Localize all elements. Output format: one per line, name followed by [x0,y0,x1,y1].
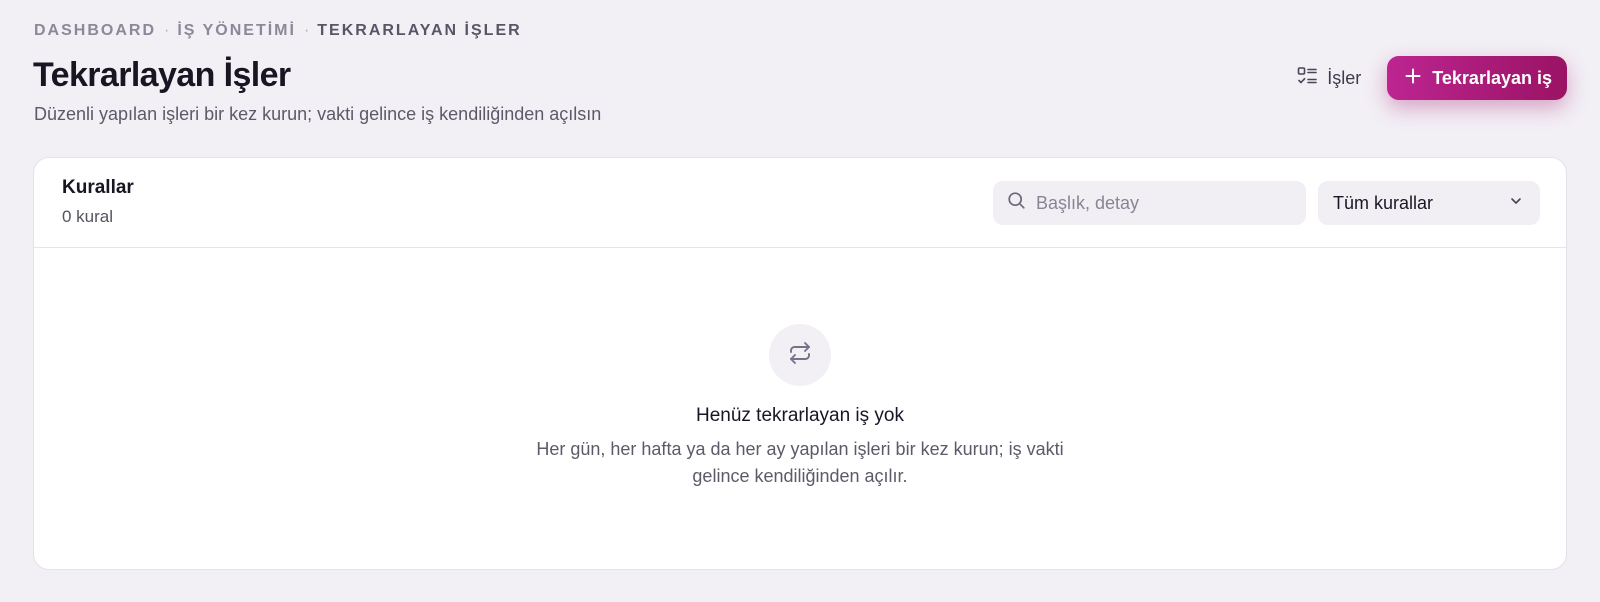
rules-card-header: Kurallar 0 kural Tüm kurallar [34,158,1566,248]
rules-title: Kurallar [62,177,134,198]
rule-filter-selected: Tüm kurallar [1333,192,1434,213]
page-subtitle: Düzenli yapılan işleri bir kez kurun; va… [34,104,602,124]
jobs-button[interactable]: İşler [1288,56,1369,100]
breadcrumb-separator: · [303,22,310,39]
rule-filter-select[interactable]: Tüm kurallar [1318,181,1540,225]
empty-state-title: Henüz tekrarlayan iş yok [695,405,905,426]
empty-state-icon-circle [769,324,831,386]
page-title: Tekrarlayan İşler [33,56,291,94]
new-recurring-job-button[interactable]: Tekrarlayan iş [1387,56,1567,100]
jobs-button-label: İşler [1327,67,1362,88]
list-check-icon [1296,65,1318,92]
rules-count: 0 kural [62,207,114,226]
search-box[interactable] [993,181,1306,225]
header-actions: İşler Tekrarlayan iş [1288,56,1567,100]
breadcrumb-item-current: TEKRARLAYAN İŞLER [317,22,522,39]
rules-card: Kurallar 0 kural Tüm kurallar [33,157,1567,570]
repeat-icon [786,339,814,372]
empty-state-description: Her gün, her hafta ya da her ay yapılan … [536,439,1064,486]
search-input[interactable] [1036,192,1286,214]
breadcrumb-item-is-yonetimi[interactable]: İŞ YÖNETİMİ [177,22,296,40]
chevron-down-icon [1508,193,1524,214]
breadcrumb: DASHBOARD · İŞ YÖNETİMİ · TEKRARLAYAN İŞ… [34,22,522,40]
plus-icon [1404,67,1422,90]
breadcrumb-item-dashboard[interactable]: DASHBOARD [34,22,156,40]
empty-state: Henüz tekrarlayan iş yok Her gün, her ha… [34,324,1566,490]
search-icon [1007,191,1026,215]
new-recurring-job-label: Tekrarlayan iş [1432,67,1552,88]
breadcrumb-separator: · [164,22,170,39]
